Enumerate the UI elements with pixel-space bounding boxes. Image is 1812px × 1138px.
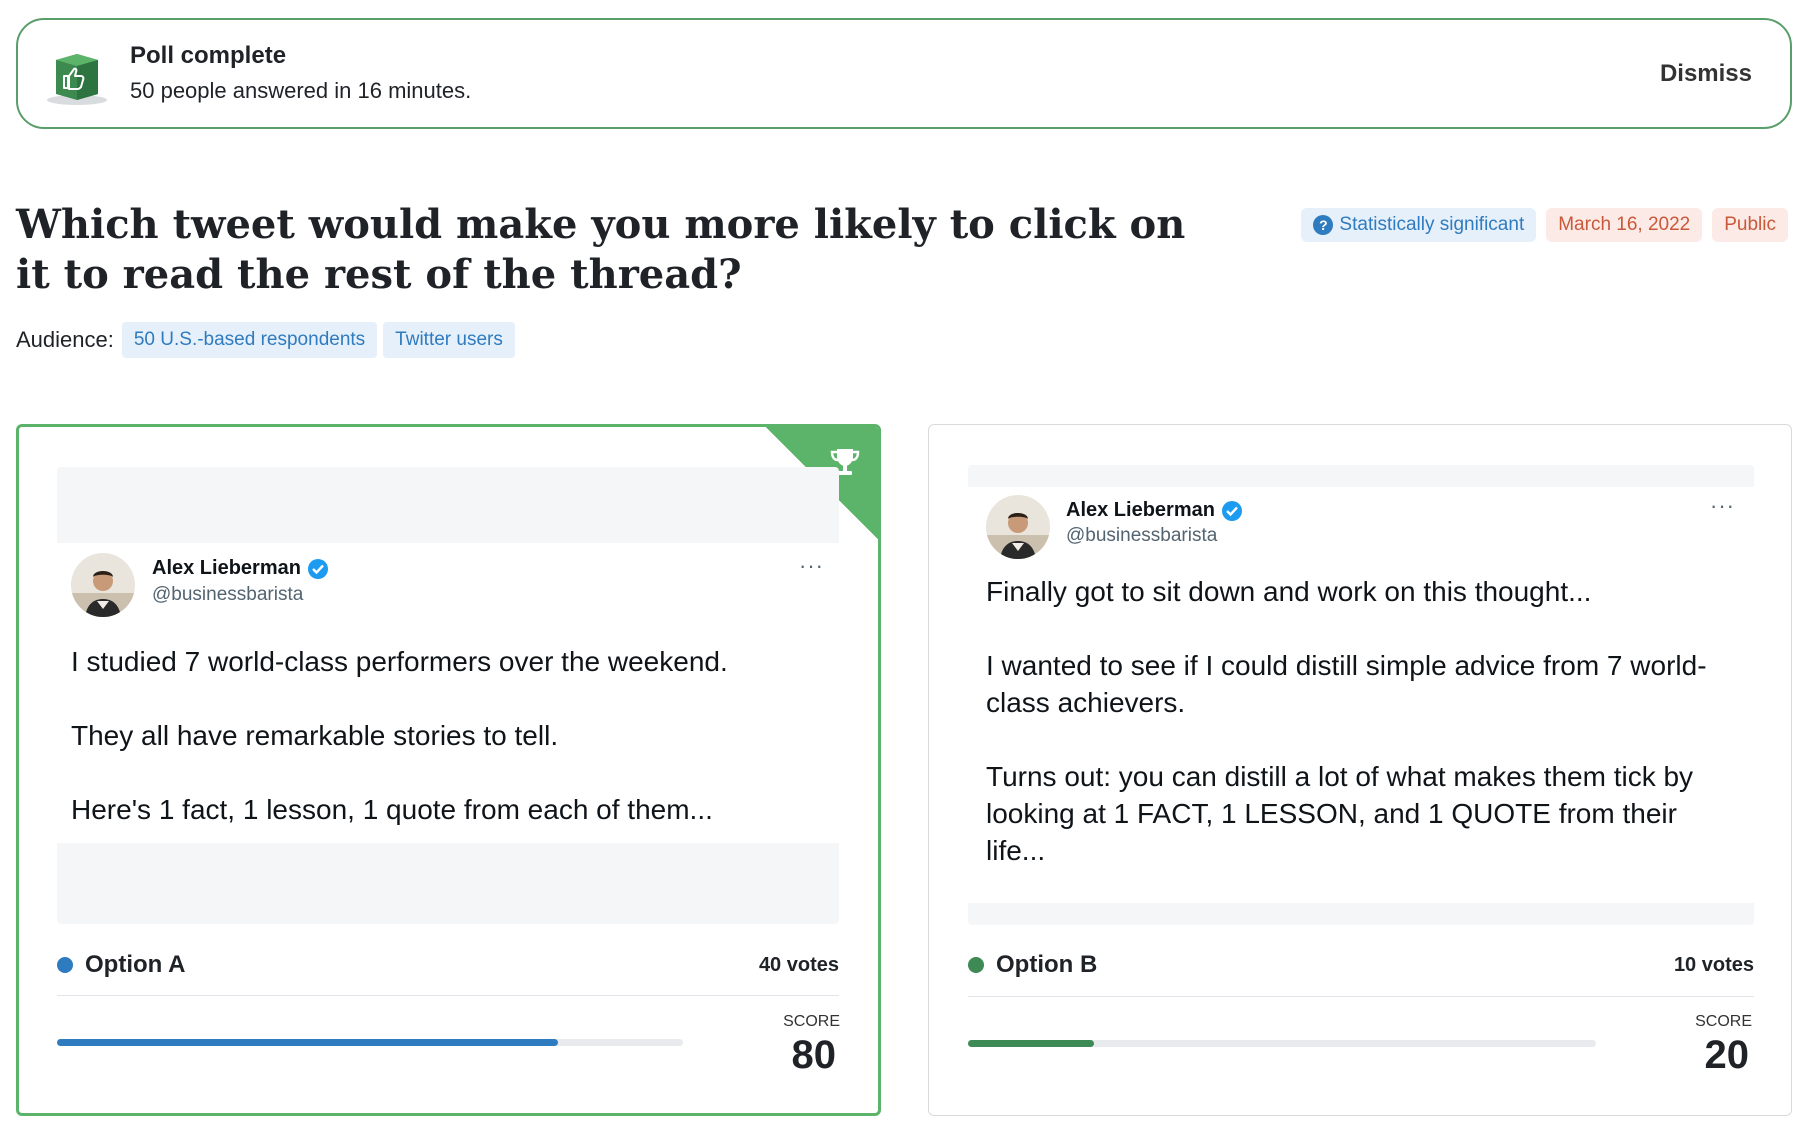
- tweet-paragraph: Here's 1 fact, 1 lesson, 1 quote from ea…: [71, 794, 713, 825]
- dismiss-button[interactable]: Dismiss: [1660, 60, 1752, 88]
- option-label: Option B: [996, 951, 1098, 978]
- tweet-b: Alex Lieberman @businessbarista ··· Fina…: [968, 487, 1754, 903]
- tweet-text: I studied 7 world-class performers over …: [71, 643, 831, 828]
- avatar: [71, 553, 135, 617]
- option-color-dot: [57, 957, 73, 973]
- option-card-b[interactable]: Alex Lieberman @businessbarista ··· Fina…: [928, 424, 1792, 1116]
- more-options-icon[interactable]: ···: [799, 553, 824, 579]
- tweet-author-name: Alex Lieberman: [152, 557, 301, 579]
- banner-title: Poll complete: [130, 42, 287, 69]
- verified-icon: [307, 558, 328, 579]
- audience-chip-respondents[interactable]: 50 U.S.-based respondents: [121, 322, 378, 358]
- help-icon: ?: [1313, 215, 1334, 235]
- score-value: 80: [791, 1033, 837, 1077]
- poll-question: Which tweet would make you more likely t…: [16, 201, 1186, 298]
- thumbs-up-box-icon: [47, 54, 107, 105]
- vote-count: 10 votes: [1673, 953, 1754, 976]
- poll-tags: ? Statistically significant March 16, 20…: [1301, 208, 1788, 242]
- vote-count: 40 votes: [758, 953, 839, 976]
- option-header: Option B 10 votes: [968, 951, 1754, 979]
- visibility-tag: Public: [1712, 208, 1788, 242]
- score-value: 20: [1704, 1033, 1750, 1077]
- tweet-screenshot-b: Alex Lieberman @businessbarista ··· Fina…: [968, 465, 1754, 925]
- option-color-dot: [968, 957, 984, 973]
- divider: [57, 995, 839, 996]
- tweet-paragraph: Turns out: you can distill a lot of what…: [986, 761, 1694, 866]
- tweet-author-name: Alex Lieberman: [1066, 499, 1215, 521]
- score-bar: [968, 1040, 1596, 1047]
- tweet-paragraph: I studied 7 world-class performers over …: [71, 646, 728, 677]
- significance-tag[interactable]: ? Statistically significant: [1301, 208, 1537, 242]
- audience-row: Audience: 50 U.S.-based respondents Twit…: [16, 322, 515, 358]
- score-bar-fill: [968, 1040, 1094, 1047]
- tweet-paragraph: Finally got to sit down and work on this…: [986, 576, 1592, 607]
- tweet-paragraph: I wanted to see if I could distill simpl…: [986, 650, 1707, 718]
- score-bar: [57, 1039, 683, 1046]
- tweet-handle: @businessbarista: [1066, 525, 1218, 546]
- tweet-a: Alex Lieberman @businessbarista ··· I st…: [57, 543, 839, 843]
- audience-label: Audience:: [16, 327, 114, 352]
- significance-label: Statistically significant: [1339, 214, 1525, 235]
- poll-complete-banner: Poll complete 50 people answered in 16 m…: [16, 18, 1792, 129]
- score-label: SCORE: [1695, 1013, 1752, 1030]
- avatar: [986, 495, 1050, 559]
- tweet-text: Finally got to sit down and work on this…: [986, 573, 1738, 869]
- tweet-screenshot-a: Alex Lieberman @businessbarista ··· I st…: [57, 467, 839, 924]
- divider: [968, 996, 1754, 997]
- tweet-author: Alex Lieberman: [152, 557, 329, 580]
- tweet-handle: @businessbarista: [152, 584, 304, 605]
- tweet-author: Alex Lieberman: [1066, 499, 1243, 522]
- option-label: Option A: [85, 951, 186, 978]
- more-options-icon[interactable]: ···: [1710, 493, 1735, 519]
- score-bar-fill: [57, 1039, 558, 1046]
- tweet-paragraph: They all have remarkable stories to tell…: [71, 720, 559, 751]
- audience-chip-twitter[interactable]: Twitter users: [383, 322, 515, 358]
- banner-subtitle: 50 people answered in 16 minutes.: [130, 78, 472, 103]
- verified-icon: [1221, 500, 1242, 521]
- option-header: Option A 40 votes: [57, 951, 839, 979]
- score-label: SCORE: [783, 1013, 840, 1030]
- date-tag: March 16, 2022: [1546, 208, 1703, 242]
- option-card-a[interactable]: Alex Lieberman @businessbarista ··· I st…: [16, 424, 881, 1116]
